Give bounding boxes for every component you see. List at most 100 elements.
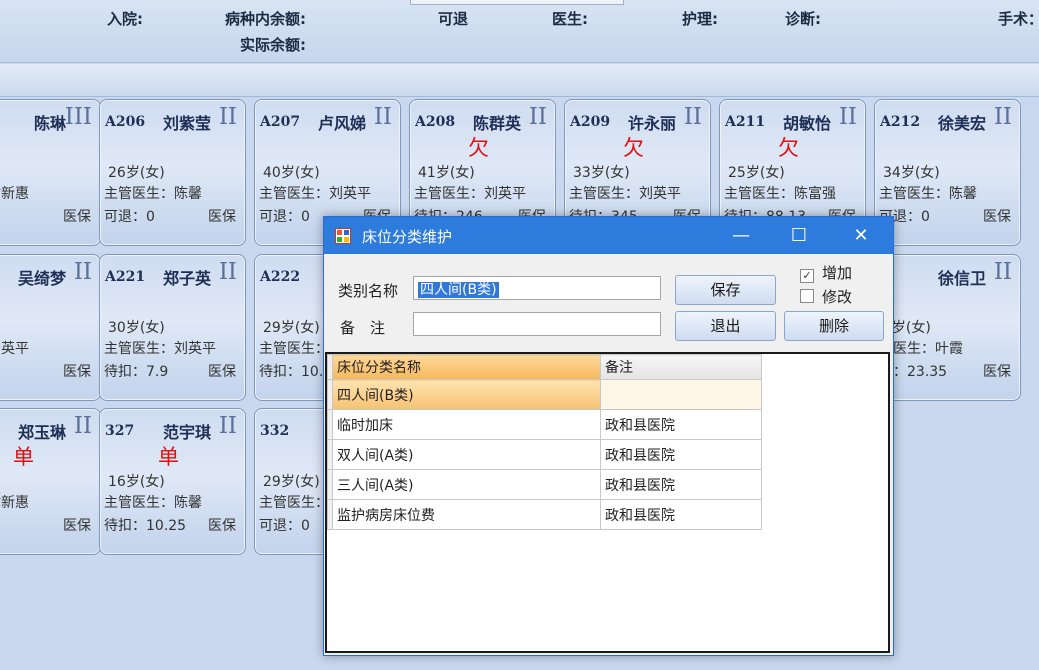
patient-age: 29岁(女) <box>263 474 320 490</box>
insurance-type: 医保 <box>983 209 1011 225</box>
minimize-icon[interactable]: — <box>713 217 769 254</box>
patient-age: 26岁(女) <box>108 165 165 181</box>
doctor-label: 医生: <box>552 10 588 28</box>
cell-remark[interactable]: 政和县医院 <box>600 499 762 530</box>
patient-age: 29岁(女) <box>263 320 320 336</box>
patient-name: 徐信卫 <box>937 269 986 288</box>
cell-category-name[interactable]: 三人间(A类) <box>332 469 601 500</box>
add-checkbox[interactable]: ✓ 增加 <box>800 262 852 283</box>
table-row[interactable]: 监护病房床位费 政和县医院 <box>327 499 762 530</box>
balance-text: 待扣：10.25 <box>104 518 187 534</box>
nursing-level: II <box>528 104 547 130</box>
category-name-label: 类别名称 <box>338 282 399 300</box>
cell-category-name[interactable]: 监护病房床位费 <box>332 499 601 530</box>
patient-name: 吴绮梦 <box>17 269 66 288</box>
patient-age: 25岁(女) <box>728 165 785 181</box>
category-name-input[interactable]: 四人间(B类) <box>413 276 661 300</box>
attending-doctor: 生：谢新惠 <box>0 495 29 511</box>
insurance-type: 医保 <box>983 364 1011 380</box>
patient-name: 范宇琪 <box>162 423 211 442</box>
remark-input[interactable] <box>413 312 661 336</box>
attending-doctor: 主管医生：陈馨 <box>104 495 202 511</box>
insurance-type: 医保 <box>63 364 91 380</box>
patient-name: 陈琳 <box>33 114 66 133</box>
bed-category-dialog: 床位分类维护 — ☐ ✕ 类别名称 四人间(B类) 备 注 保存 退出 删除 ✓… <box>323 216 894 656</box>
category-table: 床位分类名称 备注 四人间(B类) 临时加床 政和县医院 双人间(A类) 政和县医院 三人… <box>327 354 762 530</box>
exit-button[interactable]: 退出 <box>675 311 776 341</box>
patient-name: 郑子英 <box>162 269 211 288</box>
cell-category-name[interactable]: 四人间(B类) <box>332 379 601 410</box>
attending-doctor: 生：刘英平 <box>0 341 29 357</box>
bed-card[interactable]: A212 徐美宏 II 34岁(女) 主管医生：陈馨 可退：0 医保 <box>874 99 1021 246</box>
table-row[interactable]: 三人间(A类) 政和县医院 <box>327 469 762 500</box>
insurance-type: 医保 <box>208 209 236 225</box>
admission-label: 入院: <box>107 10 143 28</box>
insurance-type: 医保 <box>63 518 91 534</box>
close-icon[interactable]: ✕ <box>833 217 889 254</box>
table-row[interactable]: 临时加床 政和县医院 <box>327 409 762 440</box>
nursing-level: II <box>993 259 1012 285</box>
bed-number: 332 <box>260 423 290 439</box>
bed-card[interactable]: A206 刘紫莹 II 26岁(女) 主管医生：陈馨 可退：0 医保 <box>99 99 246 246</box>
table-row[interactable]: 双人间(A类) 政和县医院 <box>327 439 762 470</box>
bed-card[interactable]: 郑玉琳II单女)生：谢新惠医保 <box>0 408 101 555</box>
bed-number: A206 <box>105 114 146 130</box>
filter-band <box>0 64 1039 97</box>
cell-remark[interactable]: 政和县医院 <box>600 439 762 470</box>
surgery-label: 手术： <box>998 10 1039 28</box>
cell-remark[interactable]: 政和县医院 <box>600 469 762 500</box>
cell-remark[interactable] <box>600 379 762 410</box>
dialog-titlebar[interactable]: 床位分类维护 — ☐ ✕ <box>324 217 893 254</box>
bed-card[interactable]: 陈琳III女)生：谢新惠医保 <box>0 99 101 246</box>
checkbox-checked-icon: ✓ <box>800 269 814 283</box>
bed-card[interactable]: 3徐信卫II7岁(女)管医生：叶霞扣：23.35医保 <box>874 254 1021 401</box>
table-row[interactable]: 四人间(B类) <box>327 379 762 410</box>
patient-name: 胡敏怡 <box>782 114 831 133</box>
attending-doctor: 主管医生：刘英平 <box>259 186 371 202</box>
maximize-icon[interactable]: ☐ <box>771 217 827 254</box>
patient-name: 郑玉琳 <box>17 423 66 442</box>
patient-name: 刘紫莹 <box>162 114 211 133</box>
remark-label: 备 注 <box>340 319 386 337</box>
cell-category-name[interactable]: 临时加床 <box>332 409 601 440</box>
nursing-level: II <box>993 104 1012 130</box>
balance-text: 可退：0 <box>259 209 310 225</box>
patient-age: 40岁(女) <box>263 165 320 181</box>
save-button[interactable]: 保存 <box>675 275 776 305</box>
bed-card[interactable]: 327 范宇琪 II 单 16岁(女) 主管医生：陈馨 待扣：10.25 医保 <box>99 408 246 555</box>
patient-age: 30岁(女) <box>108 320 165 336</box>
diagnosis-label: 诊断: <box>785 10 821 28</box>
attending-doctor: 主管医生： <box>259 341 329 357</box>
patient-age: 16岁(女) <box>108 474 165 490</box>
patient-age: 34岁(女) <box>883 165 940 181</box>
nursing-level: II <box>373 104 392 130</box>
attending-doctor: 主管医生：陈馨 <box>879 186 977 202</box>
attending-doctor: 生：谢新惠 <box>0 186 29 202</box>
patient-name: 许永丽 <box>627 114 676 133</box>
bed-card[interactable]: A221 郑子英 II 30岁(女) 主管医生：刘英平 待扣：7.9 医保 <box>99 254 246 401</box>
refundable-label: 可退 <box>438 10 469 28</box>
bed-number: A207 <box>260 114 301 130</box>
cell-category-name[interactable]: 双人间(A类) <box>332 439 601 470</box>
cell-remark[interactable]: 政和县医院 <box>600 409 762 440</box>
insurance-type: 医保 <box>208 364 236 380</box>
top-button-edge[interactable] <box>410 0 624 5</box>
category-grid[interactable]: 床位分类名称 备注 四人间(B类) 临时加床 政和县医院 双人间(A类) 政和县医院 三人… <box>325 352 890 653</box>
status-mark: 欠 <box>778 136 799 160</box>
insurance-type: 医保 <box>208 518 236 534</box>
bed-card[interactable]: 吴绮梦II女)生：刘英平6.53医保 <box>0 254 101 401</box>
disease-balance-label: 病种内余额: <box>225 10 306 28</box>
attending-doctor: 主管医生：刘英平 <box>414 186 526 202</box>
column-header-name[interactable]: 床位分类名称 <box>332 354 601 380</box>
nursing-level: II <box>838 104 857 130</box>
patient-age: 41岁(女) <box>418 165 475 181</box>
nursing-level: II <box>218 259 237 285</box>
bed-number: A209 <box>570 114 611 130</box>
column-header-remark[interactable]: 备注 <box>600 354 762 380</box>
patient-name: 卢风娣 <box>317 114 366 133</box>
delete-button[interactable]: 删除 <box>784 311 884 341</box>
status-mark: 欠 <box>468 136 489 160</box>
bed-number: A211 <box>725 114 766 130</box>
edit-checkbox[interactable]: 修改 <box>800 286 852 307</box>
attending-doctor: 主管医生：刘英平 <box>104 341 216 357</box>
